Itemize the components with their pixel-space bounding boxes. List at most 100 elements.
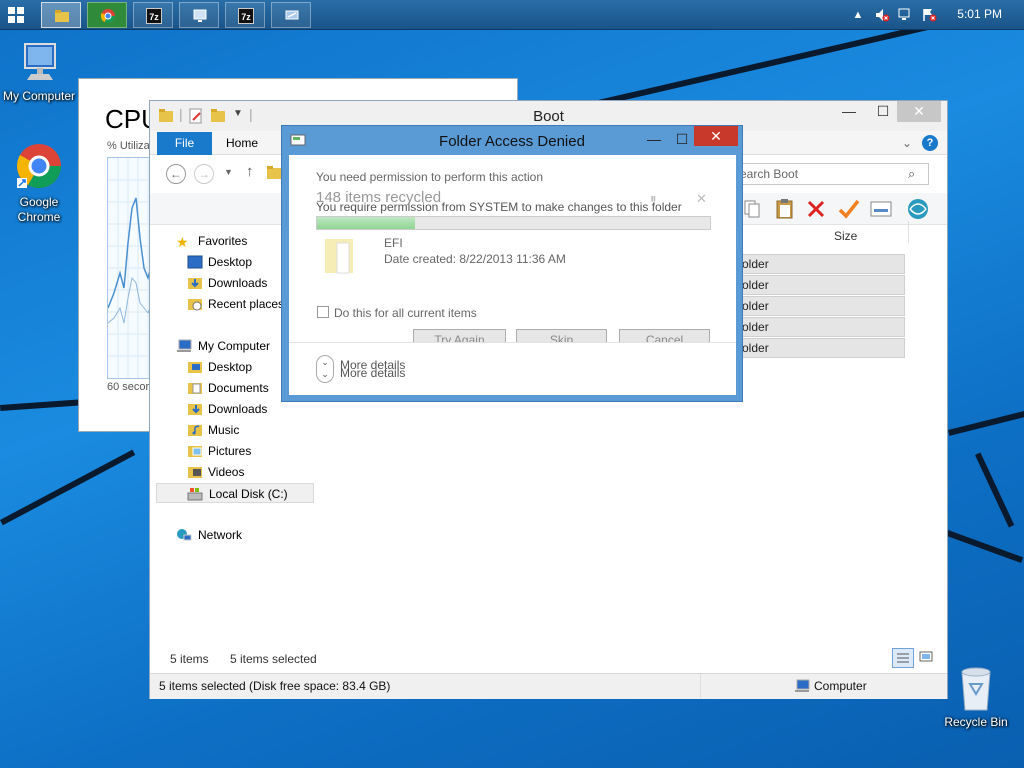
large-icons-view-icon: [919, 651, 933, 662]
column-header-size[interactable]: Size: [834, 229, 857, 243]
try-again-button[interactable]: Try Again: [413, 329, 506, 343]
nav-label: Pictures: [208, 444, 252, 458]
desktop-icon-label: My Computer: [2, 89, 76, 103]
cpu-utilization-label: % Utiliza: [107, 140, 150, 152]
folder-icon: [325, 239, 353, 274]
details-view-button[interactable]: [892, 648, 914, 668]
tab-file[interactable]: File: [157, 132, 212, 155]
status-selected-count: 5 items selected: [230, 652, 317, 666]
nav-pc-videos[interactable]: Videos: [156, 462, 314, 482]
more-details-toggle[interactable]: ⌄ ⌄: [316, 355, 334, 383]
delete-icon[interactable]: [806, 199, 826, 219]
dialog-body: You need permission to perform this acti…: [289, 155, 736, 395]
local-disk-icon: [187, 488, 203, 501]
nav-label: Music: [208, 423, 240, 437]
search-icon[interactable]: ⌕: [908, 166, 915, 182]
maximize-button[interactable]: ☐: [870, 101, 896, 122]
network-icon[interactable]: [897, 7, 913, 23]
taskbar-chrome[interactable]: [87, 2, 127, 28]
clock[interactable]: 5:01 PM: [957, 7, 1002, 21]
cancel-operation-icon[interactable]: ✕: [696, 191, 707, 207]
computer-icon: [177, 339, 192, 352]
music-folder-icon: [188, 425, 202, 436]
downloads-icon: [188, 278, 202, 289]
progress-bar-fill: [317, 217, 416, 229]
status-bar-selection: 5 items selected (Disk free space: 83.4 …: [159, 679, 391, 693]
search-input[interactable]: earch Boot: [735, 163, 929, 185]
action-center-icon[interactable]: [921, 7, 937, 23]
forward-button[interactable]: →: [194, 164, 214, 184]
dialog-ghost-line: You need permission to perform this acti…: [316, 170, 544, 184]
open-icon[interactable]: [906, 197, 930, 221]
folder-icon: [55, 10, 69, 22]
copy-icon[interactable]: [742, 199, 762, 219]
volume-muted-icon[interactable]: [874, 7, 890, 23]
minimize-button[interactable]: —: [836, 101, 862, 122]
nav-label: Local Disk (C:): [209, 487, 288, 501]
nav-label: Videos: [208, 465, 245, 479]
cancel-button[interactable]: Cancel: [619, 329, 710, 343]
folder-access-denied-dialog[interactable]: Folder Access Denied — ☐ ✕ You need perm…: [281, 125, 743, 402]
nav-label: Downloads: [208, 402, 268, 416]
apply-to-all-checkbox[interactable]: [317, 306, 329, 318]
dialog-maximize-button[interactable]: ☐: [670, 129, 694, 150]
folder-date-created: Date created: 8/22/2013 11:36 AM: [384, 252, 566, 266]
start-button[interactable]: [8, 7, 24, 23]
ribbon-expand-icon[interactable]: ⌄: [902, 136, 912, 150]
nav-network[interactable]: Network: [156, 525, 314, 545]
taskbar-file-explorer[interactable]: [41, 2, 81, 28]
nav-label: Desktop: [208, 255, 253, 269]
wallpaper-line: [945, 530, 1024, 563]
nav-label: Network: [198, 528, 243, 542]
videos-folder-icon: [188, 467, 202, 478]
nav-pc-downloads[interactable]: Downloads: [156, 399, 314, 419]
desktop-icon-label: Google Chrome: [17, 195, 61, 224]
cpu-graph-time-label: 60 secor: [107, 381, 150, 393]
large-icons-view-button[interactable]: [916, 648, 938, 668]
file-row[interactable]: older: [741, 317, 905, 337]
help-icon[interactable]: ?: [922, 135, 938, 151]
network-icon: [177, 529, 192, 541]
nav-label: Downloads: [208, 276, 268, 290]
dialog-close-button[interactable]: ✕: [694, 126, 738, 146]
file-row[interactable]: older: [741, 275, 905, 295]
desktop-icon-chrome[interactable]: Google Chrome: [0, 142, 78, 225]
desktop-folder-icon: [188, 362, 202, 373]
file-row[interactable]: older: [741, 254, 905, 274]
desktop-icon-my-computer[interactable]: My Computer: [0, 40, 78, 104]
taskbar-computer[interactable]: [179, 2, 219, 28]
taskbar-7zip-2[interactable]: 7z: [225, 2, 265, 28]
close-button[interactable]: ✕: [897, 101, 941, 122]
nav-pc-local-disk[interactable]: Local Disk (C:): [156, 483, 314, 503]
nav-pc-pictures[interactable]: Pictures: [156, 441, 314, 461]
status-divider: [700, 674, 701, 698]
rename-check-icon[interactable]: [838, 198, 860, 220]
documents-folder-icon: [188, 383, 202, 394]
desktop-icon-label: Recycle Bin: [944, 715, 1008, 729]
paste-icon[interactable]: [774, 198, 796, 220]
nav-pc-music[interactable]: Music: [156, 420, 314, 440]
recent-locations-dropdown-icon[interactable]: ▼: [224, 167, 233, 177]
skip-button[interactable]: Skip: [516, 329, 607, 343]
file-row[interactable]: older: [741, 338, 905, 358]
up-button[interactable]: ↑: [246, 163, 254, 180]
computer-icon: [193, 9, 207, 22]
dialog-minimize-button[interactable]: —: [642, 129, 666, 150]
tab-home[interactable]: Home: [216, 132, 268, 155]
file-row[interactable]: older: [741, 296, 905, 316]
chrome-icon: [17, 144, 61, 188]
computer-icon: [24, 43, 56, 80]
properties-button-icon[interactable]: [870, 201, 892, 217]
taskbar-app[interactable]: [271, 2, 311, 28]
status-bar-zone: Computer: [814, 679, 867, 693]
desktop-icon-recycle-bin[interactable]: Recycle Bin: [940, 664, 1012, 729]
wallpaper-line: [948, 405, 1024, 436]
folder-name: EFI: [384, 236, 403, 250]
taskbar-7zip[interactable]: 7z: [133, 2, 173, 28]
desktop-icon: [187, 255, 203, 269]
tray-overflow-icon[interactable]: ▲: [850, 7, 866, 23]
apply-to-all-label: Do this for all current items: [334, 306, 477, 320]
nav-label: Documents: [208, 381, 269, 395]
dialog-message: You require permission from SYSTEM to ma…: [316, 200, 682, 214]
back-button[interactable]: ←: [166, 164, 186, 184]
